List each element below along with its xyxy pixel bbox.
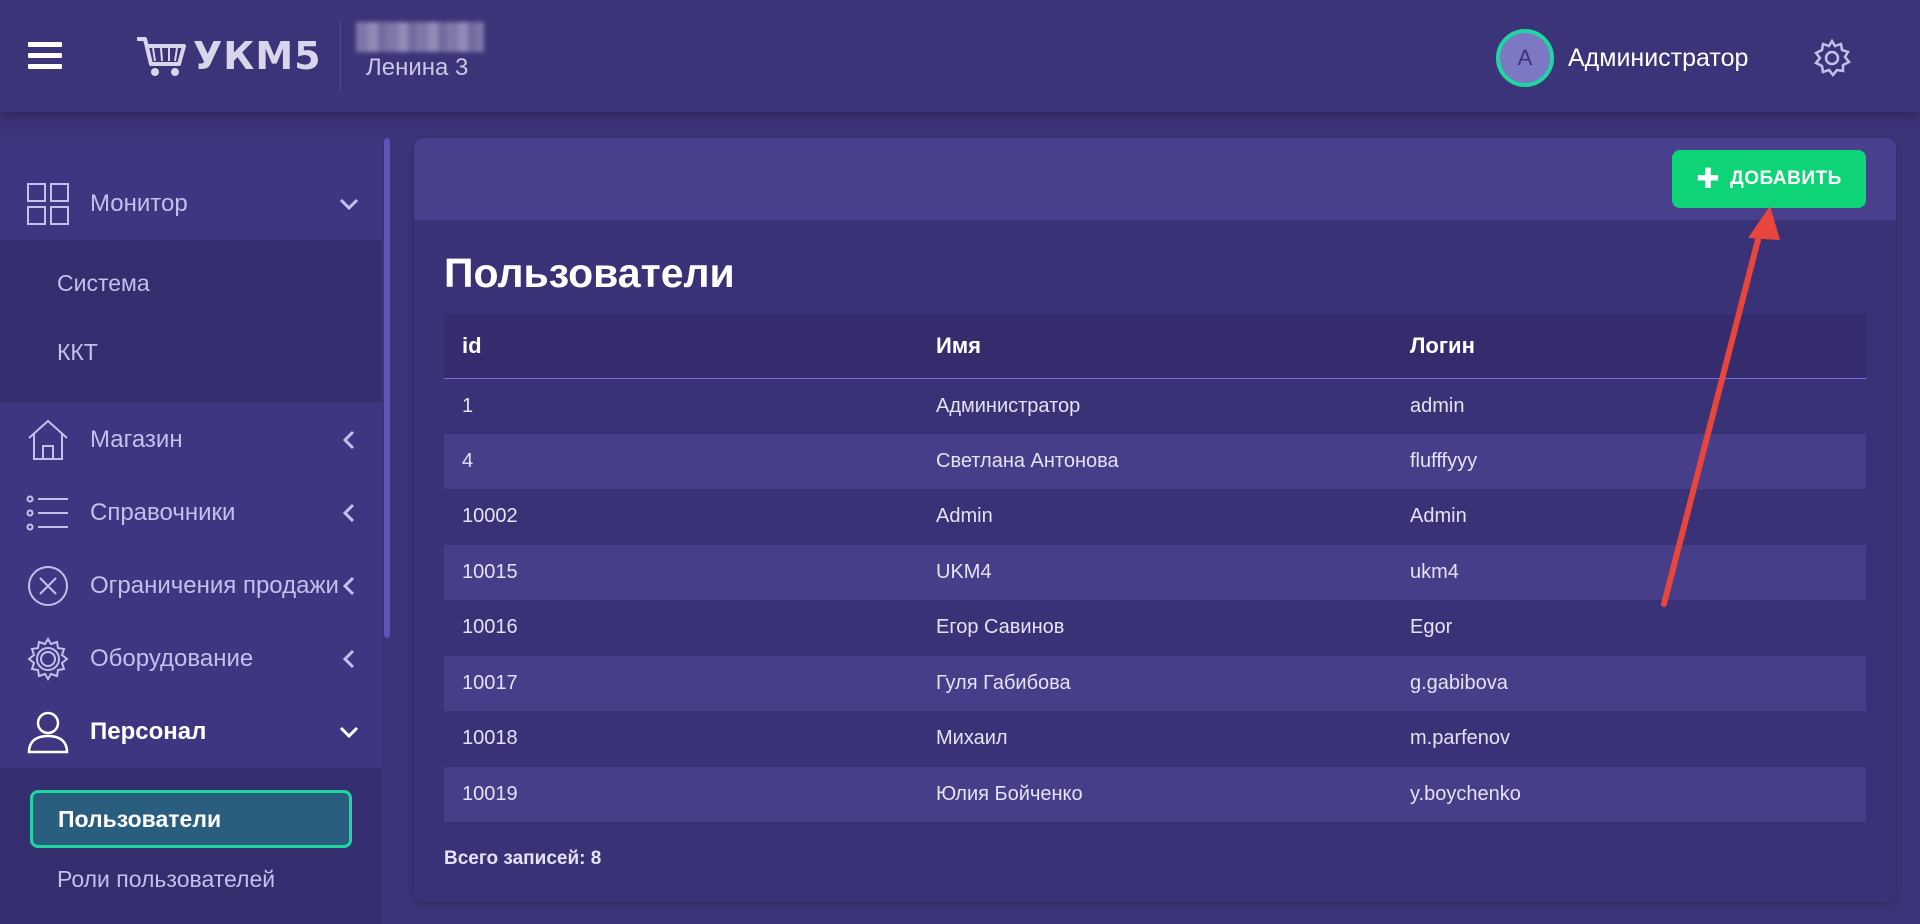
cell-login: Egor <box>1392 600 1866 656</box>
user-name[interactable]: Администратор <box>1568 44 1748 73</box>
cell-login: g.gabibova <box>1392 655 1866 711</box>
sidebar: Монитор Система ККТ Магазин Справочники <box>0 138 382 924</box>
avatar[interactable]: А <box>1496 29 1554 87</box>
cell-id: 10002 <box>444 489 918 545</box>
cell-login: y.boychenko <box>1392 766 1866 822</box>
sidebar-item-label: Монитор <box>90 190 188 217</box>
cell-name: UKM4 <box>918 544 1392 600</box>
sidebar-item-shop[interactable]: Магазин <box>0 405 382 475</box>
circle-x-icon <box>28 566 68 606</box>
table-row[interactable]: 10015 UKM4 ukm4 <box>444 544 1866 600</box>
sidebar-subitem-users[interactable]: Пользователи <box>30 790 352 848</box>
table-row[interactable]: 4 Светлана Антонова flufffyyy <box>444 433 1866 489</box>
panel-toolbar: ✚ ДОБАВИТЬ <box>414 138 1896 220</box>
person-icon <box>27 711 69 754</box>
column-header-id[interactable]: id <box>444 314 918 379</box>
cell-id: 1 <box>444 378 918 434</box>
sidebar-item-sales-restrictions[interactable]: Ограничения продажи <box>0 551 382 621</box>
total-records-count: 8 <box>590 848 602 869</box>
sidebar-subitem-system[interactable]: Система <box>57 270 150 297</box>
cell-id: 10018 <box>444 711 918 767</box>
table-row[interactable]: 10018 Михаил m.parfenov <box>444 711 1866 767</box>
total-records-label: Всего записей: <box>444 848 586 869</box>
cart-icon <box>137 37 186 76</box>
sidebar-subitem-user-roles[interactable]: Роли пользователей <box>57 866 275 893</box>
list-icon <box>26 495 68 531</box>
sidebar-item-monitor[interactable]: Монитор <box>0 169 382 239</box>
cell-login: m.parfenov <box>1392 711 1866 767</box>
column-header-name[interactable]: Имя <box>918 314 1392 379</box>
cell-name: Светлана Антонова <box>918 433 1392 489</box>
page-title: Пользователи <box>444 250 735 296</box>
logo[interactable]: УКМ5 <box>135 32 322 80</box>
chevron-down-icon <box>339 726 359 739</box>
house-icon <box>28 419 68 460</box>
cell-login: ukm4 <box>1392 544 1866 600</box>
cell-login: admin <box>1392 378 1866 434</box>
top-header: УКМ5 Ленина 3 А Администратор <box>0 0 1920 112</box>
column-header-login[interactable]: Логин <box>1392 314 1866 379</box>
table-row[interactable]: 10016 Егор Савинов Egor <box>444 600 1866 656</box>
sidebar-subitem-kkt[interactable]: ККТ <box>57 339 98 366</box>
chevron-down-icon <box>339 198 359 211</box>
users-table: id Имя Логин 1 Администратор admin 4 Све… <box>444 314 1866 822</box>
sidebar-item-directories[interactable]: Справочники <box>0 478 382 548</box>
table-row[interactable]: 1 Администратор admin <box>444 378 1866 434</box>
main-panel: ✚ ДОБАВИТЬ Пользователи id Имя Логин 1 А… <box>414 138 1896 902</box>
cell-id: 10019 <box>444 766 918 822</box>
total-records: Всего записей: 8 <box>444 848 601 870</box>
logo-text: УКМ5 <box>193 34 322 78</box>
table-row[interactable]: 10019 Юлия Бойченко y.boychenko <box>444 766 1866 822</box>
gear-icon[interactable] <box>1812 38 1852 78</box>
monitor-submenu: Система ККТ <box>0 240 382 402</box>
cell-login: flufffyyy <box>1392 433 1866 489</box>
add-button-label: ДОБАВИТЬ <box>1730 168 1842 189</box>
sidebar-item-label: Справочники <box>90 499 236 526</box>
cell-name: Администратор <box>918 378 1392 434</box>
cell-name: Admin <box>918 489 1392 545</box>
chevron-left-icon <box>342 649 355 669</box>
cell-id: 10016 <box>444 600 918 656</box>
header-divider <box>340 22 341 90</box>
gear-icon <box>27 637 69 681</box>
sidebar-item-equipment[interactable]: Оборудование <box>0 624 382 694</box>
cell-name: Гуля Габибова <box>918 655 1392 711</box>
cell-name: Егор Савинов <box>918 600 1392 656</box>
chevron-left-icon <box>342 576 355 596</box>
grid-icon <box>27 183 69 225</box>
sidebar-item-label: Персонал <box>90 718 207 745</box>
staff-submenu: Пользователи Роли пользователей <box>0 768 382 924</box>
store-name-blurred <box>356 22 484 52</box>
cell-name: Юлия Бойченко <box>918 766 1392 822</box>
chevron-left-icon <box>342 430 355 450</box>
add-button[interactable]: ✚ ДОБАВИТЬ <box>1672 150 1866 208</box>
sidebar-item-staff[interactable]: Персонал <box>0 697 382 767</box>
table-row[interactable]: 10002 Admin Admin <box>444 489 1866 545</box>
table-row[interactable]: 10017 Гуля Габибова g.gabibova <box>444 655 1866 711</box>
cell-name: Михаил <box>918 711 1392 767</box>
store-address[interactable]: Ленина 3 <box>366 54 468 82</box>
cell-login: Admin <box>1392 489 1866 545</box>
sidebar-item-label: Ограничения продажи <box>90 572 339 599</box>
sidebar-scrollbar[interactable] <box>384 138 390 638</box>
table-header-row: id Имя Логин <box>444 314 1866 379</box>
chevron-left-icon <box>342 503 355 523</box>
sidebar-item-label: Оборудование <box>90 645 254 672</box>
plus-icon: ✚ <box>1696 163 1721 194</box>
cell-id: 10015 <box>444 544 918 600</box>
cell-id: 4 <box>444 433 918 489</box>
sidebar-item-label: Магазин <box>90 426 183 453</box>
cell-id: 10017 <box>444 655 918 711</box>
menu-icon[interactable] <box>28 42 62 70</box>
